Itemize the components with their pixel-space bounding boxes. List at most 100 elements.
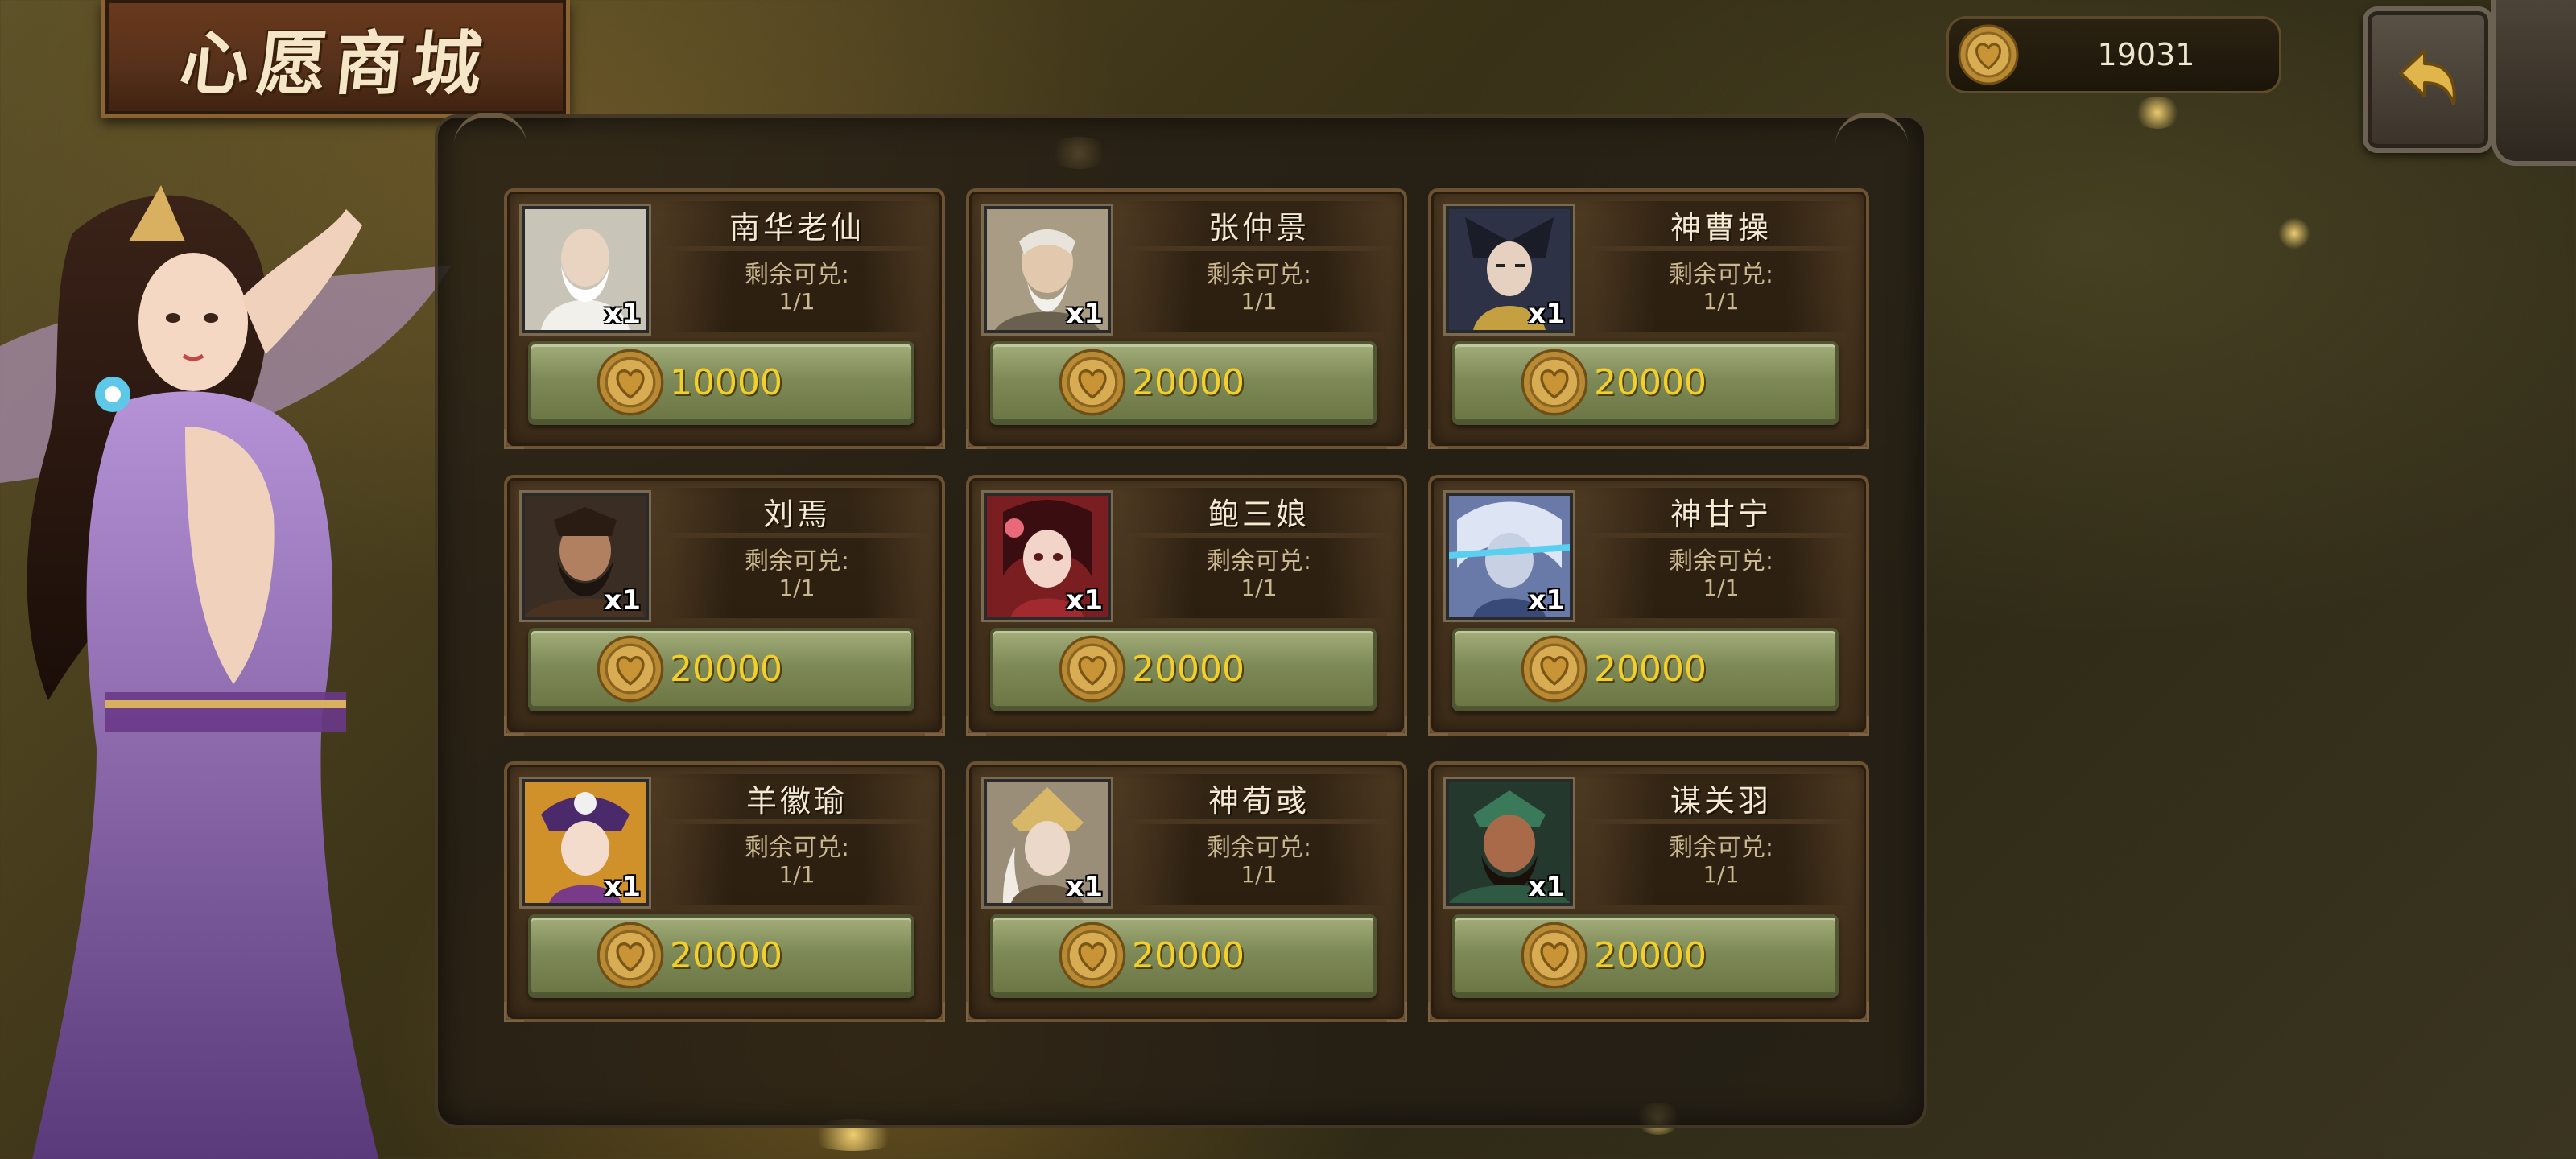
heart-coin-icon [1058,921,1127,993]
hero-name: 鲍三娘 [1208,497,1310,532]
price-label: 20000 [1594,362,1707,403]
shop-item-card: x1 神甘宁 剩余可兑: 1/1 20000 [1428,475,1869,736]
quantity-label: x1 [1066,298,1103,330]
shop-item-grid: x1 南华老仙 剩余可兑: 1/1 10000 x1 张仲景 剩余可兑: 1/1… [504,188,1869,1022]
remain-count: 1/1 [778,288,815,315]
quantity-label: x1 [604,871,641,903]
hero-name: 神曹操 [1670,210,1772,245]
price-label: 10000 [670,362,782,403]
shop-item-card: x1 张仲景 剩余可兑: 1/1 20000 [966,188,1407,449]
buy-button[interactable]: 20000 [528,628,914,711]
remain-count: 1/1 [1703,861,1740,888]
buy-button[interactable]: 20000 [990,628,1377,711]
shop-item-card: x1 刘焉 剩余可兑: 1/1 20000 [504,475,945,736]
hero-portrait[interactable]: x1 [984,779,1111,906]
heart-coin-icon [1520,921,1589,993]
card-corner [966,1002,986,1022]
quantity-label: x1 [1528,871,1565,903]
buy-button[interactable]: 20000 [1452,914,1839,998]
price-label: 20000 [1132,935,1245,976]
quantity-label: x1 [1066,584,1103,617]
price-label: 20000 [1594,649,1707,690]
price-label: 20000 [1132,649,1245,690]
price-label: 20000 [1594,935,1707,976]
buy-button[interactable]: 20000 [990,914,1377,998]
remain-label: 剩余可兑: [744,834,850,862]
hero-portrait[interactable]: x1 [984,206,1111,333]
heart-coin-icon [1058,348,1127,420]
card-corner [504,429,524,449]
page-title: 心愿商城 [175,23,494,105]
card-corner [1849,1002,1869,1022]
remain-label: 剩余可兑: [1668,261,1774,289]
card-corner [504,1002,524,1022]
hero-name: 张仲景 [1208,210,1310,245]
buy-button[interactable]: 20000 [528,914,914,998]
quantity-label: x1 [1066,871,1103,903]
quantity-label: x1 [604,584,641,617]
hero-name: 神甘宁 [1670,497,1772,532]
card-corner [1387,716,1407,736]
quantity-label: x1 [1528,298,1565,330]
card-corner [1387,1002,1407,1022]
remain-count: 1/1 [1703,575,1740,601]
card-corner [1849,429,1869,449]
card-corner [1387,429,1407,449]
quantity-label: x1 [1528,584,1565,617]
currency-amount: 19031 [2097,37,2195,72]
buy-button[interactable]: 20000 [1452,341,1839,425]
card-corner [1428,716,1448,736]
heart-coin-icon [1957,23,2020,89]
card-corner [1849,716,1869,736]
remain-count: 1/1 [1703,288,1740,315]
price-label: 20000 [1132,362,1245,403]
shop-item-card: x1 谋关羽 剩余可兑: 1/1 20000 [1428,761,1869,1022]
price-label: 20000 [670,649,782,690]
price-label: 20000 [670,935,782,976]
panel-ornament [454,113,526,158]
card-corner [966,429,986,449]
hero-portrait[interactable]: x1 [1446,493,1573,620]
remain-label: 剩余可兑: [1206,547,1312,575]
remain-label: 剩余可兑: [1668,547,1774,575]
back-button[interactable] [2363,6,2493,153]
hero-portrait[interactable]: x1 [1446,779,1573,906]
hero-name: 谋关羽 [1670,783,1772,819]
remain-count: 1/1 [1241,288,1278,315]
remain-label: 剩余可兑: [744,547,850,575]
card-corner [504,716,524,736]
hero-portrait[interactable]: x1 [1446,206,1573,333]
heart-coin-icon [596,348,665,420]
hero-portrait[interactable]: x1 [522,493,649,620]
hero-name: 羊徽瑜 [745,783,848,819]
remain-count: 1/1 [778,861,815,888]
remain-label: 剩余可兑: [1206,834,1312,862]
remain-count: 1/1 [1241,575,1278,601]
shop-item-card: x1 鲍三娘 剩余可兑: 1/1 20000 [966,475,1407,736]
corner-frame [2491,0,2576,166]
buy-button[interactable]: 10000 [528,341,914,425]
shop-item-card: x1 南华老仙 剩余可兑: 1/1 10000 [504,188,945,449]
shop-panel: x1 南华老仙 剩余可兑: 1/1 10000 x1 张仲景 剩余可兑: 1/1… [435,113,1927,1128]
remain-count: 1/1 [1241,861,1278,888]
card-corner [1428,1002,1448,1022]
buy-button[interactable]: 20000 [1452,628,1839,711]
heart-coin-icon [1520,348,1589,420]
hero-name: 刘焉 [762,497,831,532]
card-corner [925,1002,945,1022]
back-arrow-icon [2389,39,2467,120]
hero-portrait[interactable]: x1 [522,206,649,333]
shop-item-card: x1 羊徽瑜 剩余可兑: 1/1 20000 [504,761,945,1022]
hero-portrait[interactable]: x1 [984,493,1111,620]
remain-label: 剩余可兑: [744,261,850,289]
shop-title-banner: 心愿商城 [101,0,570,118]
remain-label: 剩余可兑: [1668,834,1774,862]
heart-coin-icon [1520,634,1589,707]
hero-portrait[interactable]: x1 [522,779,649,906]
quantity-label: x1 [604,298,641,330]
hero-name: 神荀彧 [1208,783,1310,819]
hero-name: 南华老仙 [729,210,865,245]
heart-coin-icon [1058,634,1127,707]
buy-button[interactable]: 20000 [990,341,1377,425]
card-corner [925,716,945,736]
